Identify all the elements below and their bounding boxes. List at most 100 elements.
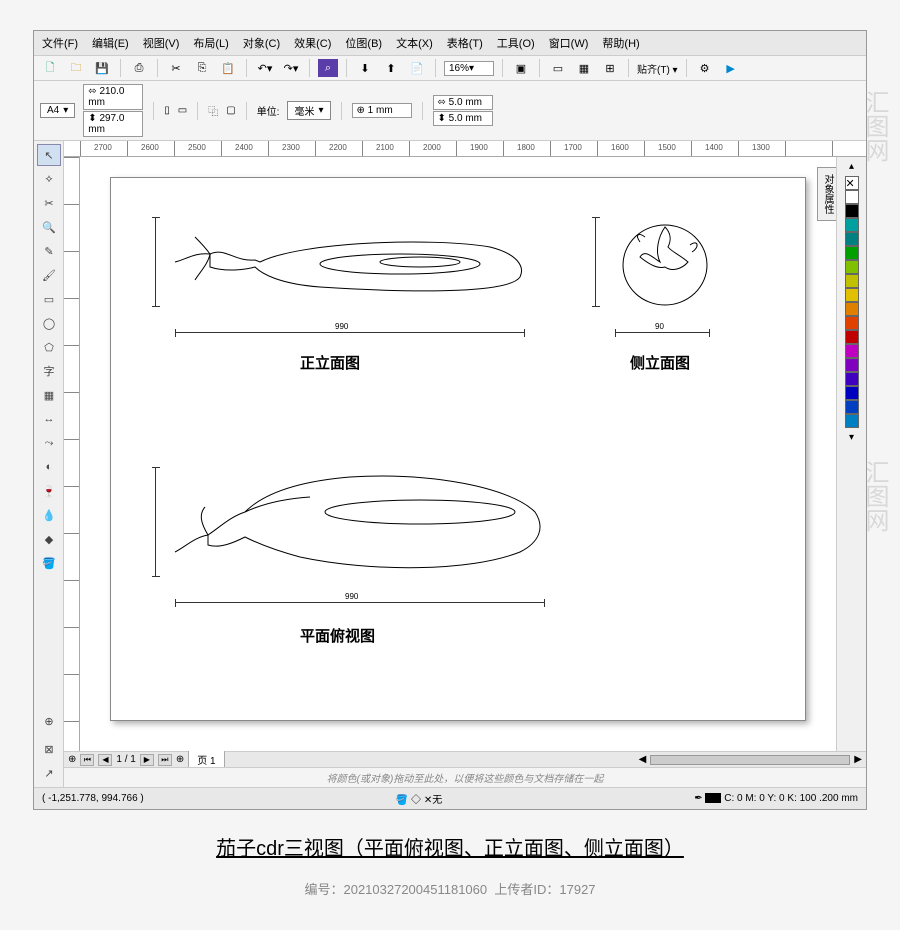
show-grid-icon[interactable]: ▦: [574, 59, 594, 77]
side-view-drawing: [610, 207, 720, 317]
ruler-vertical[interactable]: [64, 157, 80, 751]
page-preset-dropdown[interactable]: A4 ▾: [40, 103, 75, 118]
color-swatch[interactable]: [845, 372, 859, 386]
color-swatch[interactable]: [845, 414, 859, 428]
current-page-icon[interactable]: ▢: [226, 105, 235, 116]
crop-tool[interactable]: ✂: [37, 192, 61, 214]
color-swatch[interactable]: [845, 260, 859, 274]
units-dropdown[interactable]: 毫米 ▾: [287, 101, 330, 120]
fill-indicator[interactable]: 🪣 ◇ ✕无: [396, 791, 442, 806]
menu-window[interactable]: 窗口(W): [549, 35, 589, 51]
image-caption: 茄子cdr三视图（平面俯视图、正立面图、侧立面图）: [0, 832, 900, 861]
undo-icon[interactable]: ↶▾: [255, 59, 275, 77]
connector-tool[interactable]: ⤳: [37, 432, 61, 454]
menu-layout[interactable]: 布局(L): [193, 35, 228, 51]
menu-help[interactable]: 帮助(H): [602, 35, 639, 51]
color-swatch[interactable]: [845, 330, 859, 344]
show-rulers-icon[interactable]: ▭: [548, 59, 568, 77]
pick-tool[interactable]: ↖: [37, 144, 61, 166]
artistic-media-tool[interactable]: 🖌: [37, 264, 61, 286]
redo-icon[interactable]: ↷▾: [281, 59, 301, 77]
color-swatch[interactable]: [845, 246, 859, 260]
hscroll-right[interactable]: ▶: [854, 754, 862, 765]
zoom-level[interactable]: 16% ▾: [444, 61, 494, 76]
shape-tool[interactable]: ⟡: [37, 168, 61, 190]
fullscreen-icon[interactable]: ▣: [511, 59, 531, 77]
snap-dropdown[interactable]: 贴齐(T) ▾: [637, 61, 678, 76]
hscroll-left[interactable]: ◀: [639, 754, 647, 765]
color-swatch[interactable]: [845, 344, 859, 358]
nudge-distance[interactable]: ⊕ 1 mm: [352, 103, 412, 118]
add-page-icon[interactable]: ⊕: [68, 754, 76, 765]
menu-view[interactable]: 视图(V): [143, 35, 180, 51]
polygon-tool[interactable]: ⬠: [37, 336, 61, 358]
add-page-after-icon[interactable]: ⊕: [176, 754, 184, 765]
drop-shadow-tool[interactable]: ◐: [37, 456, 61, 478]
print-icon[interactable]: ⎙: [129, 59, 149, 77]
transparency-tool[interactable]: 🍷: [37, 480, 61, 502]
menu-file[interactable]: 文件(F): [42, 35, 78, 51]
cut-icon[interactable]: ✂: [166, 59, 186, 77]
freehand-tool[interactable]: ✎: [37, 240, 61, 262]
interactive-fill-tool[interactable]: ◆: [37, 528, 61, 550]
text-tool[interactable]: 字: [37, 360, 61, 382]
color-swatch[interactable]: [845, 400, 859, 414]
menu-edit[interactable]: 编辑(E): [92, 35, 129, 51]
color-swatch[interactable]: [845, 204, 859, 218]
ellipse-tool[interactable]: ◯: [37, 312, 61, 334]
menu-bitmap[interactable]: 位图(B): [345, 35, 382, 51]
import-icon[interactable]: ⬇: [355, 59, 375, 77]
last-page-button[interactable]: ⏭: [158, 754, 172, 766]
color-swatch[interactable]: [845, 274, 859, 288]
page-height[interactable]: ⬍ 297.0 mm: [83, 111, 143, 137]
save-icon[interactable]: 💾: [92, 59, 112, 77]
next-page-button[interactable]: ▶: [140, 754, 154, 766]
color-swatch[interactable]: [845, 218, 859, 232]
menu-table[interactable]: 表格(T): [447, 35, 483, 51]
options-icon[interactable]: ⚙: [695, 59, 715, 77]
zoom-tool[interactable]: 🔍: [37, 216, 61, 238]
page-width[interactable]: ⬄ 210.0 mm: [83, 84, 143, 110]
open-icon[interactable]: 🗀: [66, 59, 86, 77]
hscrollbar[interactable]: [650, 755, 850, 765]
show-guides-icon[interactable]: ⊞: [600, 59, 620, 77]
landscape-icon[interactable]: ▭: [178, 105, 187, 116]
ruler-horizontal[interactable]: 2700 2600 2500 2400 2300 2200 2100 2000 …: [64, 141, 866, 157]
first-page-button[interactable]: ⏮: [80, 754, 94, 766]
menu-tools[interactable]: 工具(O): [497, 35, 535, 51]
object-properties-docker[interactable]: 对象属性: [817, 167, 836, 221]
dimension-tool[interactable]: ↔: [37, 408, 61, 430]
color-swatch[interactable]: [845, 232, 859, 246]
color-swatch[interactable]: [845, 358, 859, 372]
color-swatch[interactable]: [845, 386, 859, 400]
color-swatch[interactable]: [845, 302, 859, 316]
all-pages-icon[interactable]: ⿻: [208, 103, 218, 118]
rectangle-tool[interactable]: ▭: [37, 288, 61, 310]
no-color-swatch[interactable]: ✕: [845, 176, 859, 190]
paste-icon[interactable]: 📋: [218, 59, 238, 77]
image-metadata: 编号：2021032720045118​1060 上传者ID：17927: [0, 879, 900, 898]
smart-fill-tool[interactable]: 🪣: [37, 552, 61, 574]
canvas[interactable]: 990 正立面图 90 侧立面图: [80, 157, 836, 751]
eyedropper-tool[interactable]: 💧: [37, 504, 61, 526]
color-swatch[interactable]: [845, 288, 859, 302]
new-icon[interactable]: 🗋: [40, 59, 60, 77]
menu-effects[interactable]: 效果(C): [294, 35, 331, 51]
copy-icon[interactable]: ⎘: [192, 59, 212, 77]
table-tool[interactable]: ▦: [37, 384, 61, 406]
portrait-icon[interactable]: ▯: [164, 105, 170, 116]
duplicate-y[interactable]: ⬍ 5.0 mm: [433, 111, 493, 126]
export-icon[interactable]: ⬆: [381, 59, 401, 77]
side-view-label: 侧立面图: [630, 352, 690, 373]
launch-icon[interactable]: ▶: [721, 59, 741, 77]
color-swatch[interactable]: [845, 190, 859, 204]
quick-customize-icon[interactable]: ⊕: [37, 710, 61, 732]
color-swatch[interactable]: [845, 316, 859, 330]
outline-indicator[interactable]: ✒ C: 0 M: 0 Y: 0 K: 100 .200 mm: [694, 793, 858, 804]
prev-page-button[interactable]: ◀: [98, 754, 112, 766]
menu-text[interactable]: 文本(X): [396, 35, 433, 51]
duplicate-x[interactable]: ⬄ 5.0 mm: [433, 95, 493, 110]
publish-icon[interactable]: 📄: [407, 59, 427, 77]
menu-object[interactable]: 对象(C): [243, 35, 280, 51]
search-icon[interactable]: ⌕: [318, 59, 338, 77]
